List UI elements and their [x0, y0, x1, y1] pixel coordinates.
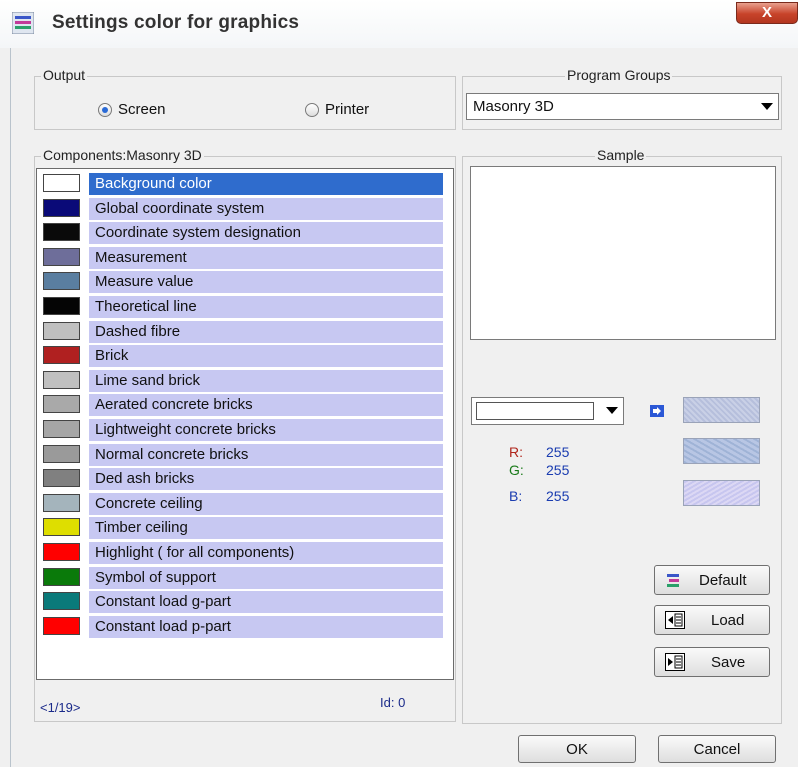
chevron-down-icon: [758, 96, 776, 117]
color-swatch: [43, 198, 80, 217]
list-item-label: Background color: [89, 173, 443, 195]
list-item-label: Symbol of support: [89, 566, 443, 589]
list-item-label: Measure value: [89, 271, 443, 294]
list-item-label: Normal concrete bricks: [89, 443, 443, 466]
green-value: 255: [546, 462, 570, 478]
title-bar: Settings color for graphics X: [0, 0, 798, 48]
list-item-label: Dashed fibre: [89, 320, 443, 343]
list-item-label: Theoretical line: [89, 296, 443, 318]
radio-empty-icon: [305, 102, 319, 117]
color-swatch: [43, 297, 80, 315]
color-swatch: [43, 567, 80, 586]
list-item-label: Ded ash bricks: [89, 468, 443, 491]
list-item-label: Constant load g-part: [89, 591, 443, 614]
components-list[interactable]: Background color Global coordinate system…: [36, 168, 454, 680]
list-item-label: Global coordinate system: [89, 197, 443, 220]
list-item-label: Timber ceiling: [89, 517, 443, 540]
color-swatch: [43, 174, 80, 192]
printer-radio[interactable]: Printer: [305, 101, 369, 118]
blue-label: B:: [509, 488, 523, 504]
list-item-label: Highlight ( for all components): [89, 542, 443, 564]
list-item-label: Concrete ceiling: [89, 492, 443, 515]
component-id: Id: 0: [380, 695, 406, 710]
radio-selected-icon: [98, 102, 112, 117]
color-swatch: [43, 370, 80, 389]
palette-icon: [665, 572, 681, 588]
list-item-label: Measurement: [89, 246, 443, 269]
cancel-label: Cancel: [693, 740, 741, 758]
color-value-swatch: [476, 402, 594, 420]
default-button[interactable]: Default: [654, 565, 770, 595]
program-groups-label: Program Groups: [565, 67, 673, 83]
color-swatch: [43, 272, 80, 291]
color-swatch: [43, 247, 80, 266]
sample-preview: [470, 166, 776, 340]
close-button[interactable]: X: [736, 2, 798, 24]
color-swatch: [43, 223, 80, 242]
blue-value: 255: [546, 488, 570, 504]
screen-label: Screen: [118, 101, 166, 118]
texture-swatch-2[interactable]: [683, 438, 760, 464]
texture-swatch-3[interactable]: [683, 480, 760, 506]
screen-radio[interactable]: Screen: [98, 101, 166, 118]
color-swatch: [43, 420, 80, 438]
program-groups-select[interactable]: Masonry 3D: [466, 93, 779, 120]
default-label: Default: [699, 571, 747, 589]
list-item-label: Constant load p-part: [89, 615, 443, 638]
arrow-right-icon: [650, 404, 664, 417]
cancel-button[interactable]: Cancel: [658, 735, 776, 763]
window-title: Settings color for graphics: [52, 12, 300, 33]
load-label: Load: [711, 611, 745, 629]
close-icon: X: [761, 4, 772, 21]
load-icon: [665, 611, 685, 629]
printer-label: Printer: [325, 101, 370, 118]
color-swatch: [43, 518, 80, 537]
page-indicator: <1/19>: [40, 700, 81, 715]
save-button[interactable]: Save: [654, 647, 770, 677]
sample-label: Sample: [595, 147, 647, 163]
list-item-label: Brick: [89, 345, 443, 368]
green-label: G:: [509, 462, 524, 478]
color-swatch: [43, 592, 80, 611]
palette-icon: [11, 11, 35, 35]
list-item-label: Aerated concrete bricks: [89, 394, 443, 417]
program-groups-value: Masonry 3D: [473, 98, 554, 115]
color-swatch: [43, 321, 80, 340]
list-item-label: Lightweight concrete bricks: [89, 419, 443, 441]
color-select[interactable]: [471, 397, 624, 425]
load-button[interactable]: Load: [654, 605, 770, 635]
components-label: Components:Masonry 3D: [41, 147, 204, 163]
save-icon: [665, 653, 685, 671]
texture-swatch-1[interactable]: [683, 397, 760, 423]
color-swatch: [43, 395, 80, 414]
save-label: Save: [711, 653, 746, 671]
color-swatch: [43, 469, 80, 488]
ok-button[interactable]: OK: [518, 735, 636, 763]
chevron-down-icon: [603, 400, 621, 422]
red-label: R:: [509, 444, 523, 460]
color-swatch: [43, 493, 80, 512]
color-swatch: [43, 616, 80, 635]
output-label: Output: [41, 67, 88, 83]
list-item-label: Lime sand brick: [89, 369, 443, 392]
red-value: 255: [546, 444, 570, 460]
color-swatch: [43, 444, 80, 463]
color-swatch: [43, 346, 80, 365]
ok-label: OK: [566, 740, 588, 758]
color-swatch: [43, 543, 80, 561]
list-item-label: Coordinate system designation: [89, 222, 443, 245]
